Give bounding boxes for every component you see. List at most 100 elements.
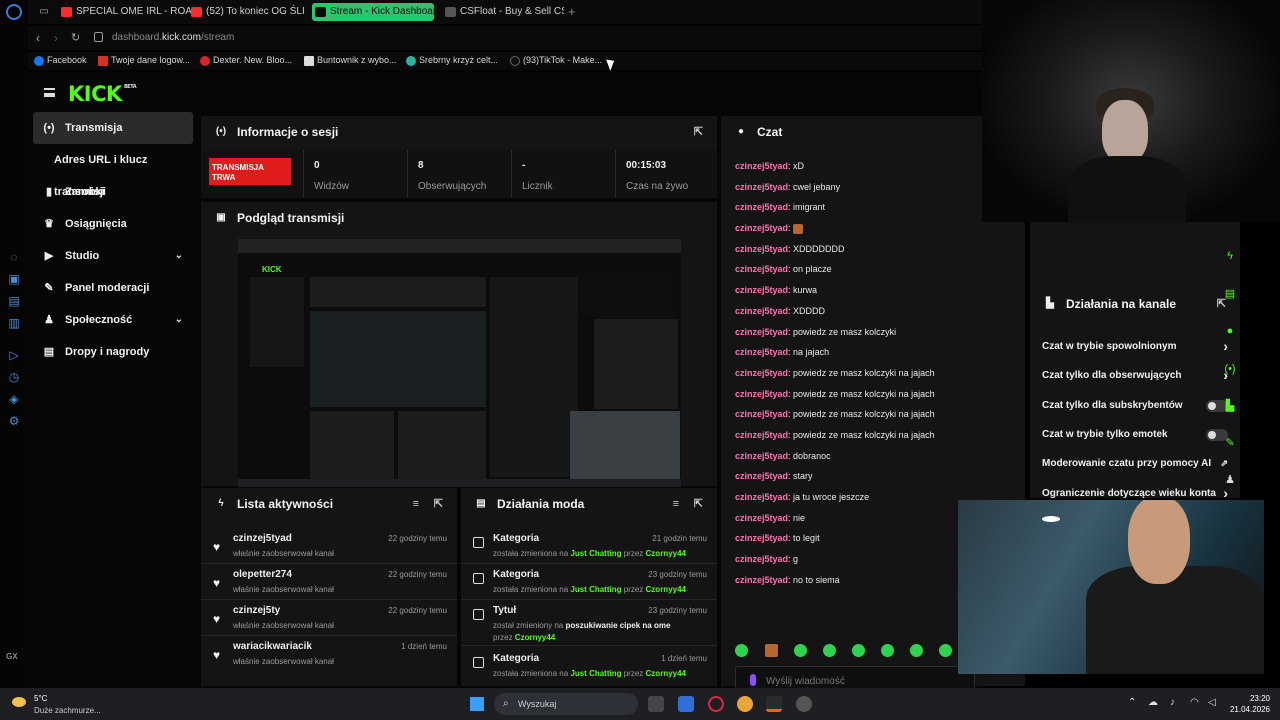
broadcast-icon[interactable]: (•) bbox=[1216, 357, 1244, 381]
list-item: ♥ wariacikwariacik właśnie zaobserwował ka… bbox=[213, 641, 447, 666]
sidebar-item-dropy[interactable]: ▤ Dropy i nagrody bbox=[33, 336, 193, 368]
windows-start-icon[interactable] bbox=[470, 697, 484, 711]
chevron-up-icon[interactable]: ⌃ bbox=[1128, 697, 1136, 708]
rail-icon-7[interactable]: ◈ bbox=[7, 392, 21, 406]
rail-icon-4[interactable]: ▥ bbox=[7, 316, 21, 330]
url-field[interactable]: dashboard.kick.com/stream bbox=[112, 32, 234, 43]
tab-youtube-1[interactable]: SPECIAL OME IRL - ROAST bbox=[58, 3, 198, 21]
menu-icon[interactable] bbox=[44, 88, 55, 97]
chat-message: czinzej5tyad: imigrant bbox=[735, 202, 826, 213]
chat-icon[interactable]: ● bbox=[1216, 319, 1244, 343]
community-icon: ♟ bbox=[44, 314, 54, 326]
bookmark-srebrny[interactable]: Srebrny krzyż celt... bbox=[406, 55, 498, 66]
chat-username[interactable]: czinzej5tyad bbox=[735, 554, 788, 564]
wrench-icon[interactable]: ✎ bbox=[1216, 431, 1244, 455]
document-icon[interactable]: ▤ bbox=[1216, 282, 1244, 306]
speaker-icon[interactable]: ◁ bbox=[1208, 697, 1216, 708]
new-tab-button[interactable]: + bbox=[568, 3, 576, 21]
popout-icon[interactable]: ⇱ bbox=[694, 488, 703, 520]
chat-username[interactable]: czinzej5tyad bbox=[735, 306, 788, 316]
popout-icon[interactable]: ⇱ bbox=[434, 488, 443, 520]
sidebar-item-panel-moderacji[interactable]: ✎ Panel moderacji bbox=[33, 272, 193, 304]
list-item: ♥ czinzej5tyad właśnie zaobserwował kanał 2… bbox=[201, 528, 457, 564]
csfloat-icon bbox=[445, 7, 456, 17]
followers-only-item[interactable]: Czat tylko dla obserwujących › bbox=[1042, 361, 1228, 390]
filter-icon[interactable]: ≡ bbox=[413, 488, 419, 520]
channel-actions-icon[interactable]: ▙ bbox=[1216, 394, 1244, 418]
chat-username[interactable]: czinzej5tyad bbox=[735, 575, 788, 585]
taskbar-search-input[interactable] bbox=[518, 696, 628, 712]
ai-moderation-item[interactable]: Moderowanie czatu przy pomocy AI ⇗ bbox=[1042, 449, 1228, 478]
lightning-icon[interactable]: ϟ bbox=[1216, 244, 1244, 268]
steam-icon[interactable] bbox=[796, 696, 812, 712]
emote-icon[interactable] bbox=[881, 644, 894, 657]
chat-username[interactable]: czinzej5tyad bbox=[735, 368, 788, 378]
chat-username[interactable]: czinzej5tyad bbox=[735, 244, 788, 254]
chat-username[interactable]: czinzej5tyad bbox=[735, 285, 788, 295]
sidebar-item-transmisja[interactable]: (•) Transmisja bbox=[33, 112, 193, 144]
emote-icon[interactable] bbox=[765, 644, 778, 657]
kick-logo[interactable]: KICK BETA bbox=[68, 82, 137, 106]
sidebar-item-spolecznosc[interactable]: ♟ Społeczność ⌄ bbox=[33, 304, 193, 336]
chrome-icon[interactable] bbox=[737, 696, 753, 712]
rail-icon-5[interactable]: ▷ bbox=[7, 348, 21, 362]
chat-username[interactable]: czinzej5tyad bbox=[735, 327, 788, 337]
slow-mode-item[interactable]: Czat w trybie spowolnionym › bbox=[1042, 332, 1228, 361]
emote-icon[interactable] bbox=[852, 644, 865, 657]
filter-icon[interactable]: ≡ bbox=[673, 488, 679, 520]
app-icon[interactable] bbox=[766, 696, 782, 712]
opera-gx-icon[interactable] bbox=[708, 696, 724, 712]
outlook-icon[interactable] bbox=[678, 696, 694, 712]
bookmark-tiktok[interactable]: (93)TikTok - Make... bbox=[510, 55, 602, 66]
chat-username[interactable]: czinzej5tyad bbox=[735, 471, 788, 481]
back-icon[interactable]: ‹ bbox=[36, 31, 40, 45]
chat-username[interactable]: czinzej5tyad bbox=[735, 389, 788, 399]
wifi-icon[interactable]: ◠ bbox=[1190, 697, 1199, 708]
rail-icon-2[interactable]: ▣ bbox=[7, 272, 21, 286]
emote-icon[interactable] bbox=[939, 644, 952, 657]
sidebar-item-osiagniecia[interactable]: ♛ Osiągnięcia bbox=[33, 208, 193, 240]
chat-username[interactable]: czinzej5tyad bbox=[735, 347, 788, 357]
bookmark-buntownik[interactable]: Buntownik z wybo... bbox=[304, 55, 397, 66]
chat-username[interactable]: czinzej5tyad bbox=[735, 430, 788, 440]
sidebar-item-stream-key[interactable]: Adres URL i klucz transmisji bbox=[33, 144, 193, 198]
popout-icon[interactable]: ⇱ bbox=[694, 116, 703, 148]
emote-icon[interactable] bbox=[794, 644, 807, 657]
settings-icon[interactable]: ⚙ bbox=[7, 414, 21, 428]
network-icon[interactable]: ☁ bbox=[1148, 697, 1158, 708]
bookmark-gmail[interactable]: Twoje dane logow... bbox=[98, 55, 190, 66]
tab-switcher-icon[interactable]: ▭ bbox=[32, 3, 56, 21]
emote-icon[interactable] bbox=[735, 644, 748, 657]
chat-username[interactable]: czinzej5tyad bbox=[735, 202, 788, 212]
tab-youtube-2[interactable]: (52) To koniec OG ŚLI bbox=[188, 3, 306, 21]
chat-username[interactable]: czinzej5tyad bbox=[735, 492, 788, 502]
stream-preview-video[interactable]: KICK bbox=[238, 239, 681, 487]
chat-username[interactable]: czinzej5tyad bbox=[735, 533, 788, 543]
rail-icon-1[interactable]: ◌ bbox=[7, 250, 21, 264]
chat-username[interactable]: czinzej5tyad bbox=[735, 451, 788, 461]
chat-username[interactable]: czinzej5tyad bbox=[735, 223, 788, 233]
community-icon[interactable]: ♟ bbox=[1216, 468, 1244, 492]
emote-icon[interactable] bbox=[823, 644, 836, 657]
bookmark-dexter[interactable]: Dexter. New. Bloo... bbox=[200, 55, 292, 66]
chat-username[interactable]: czinzej5tyad bbox=[735, 264, 788, 274]
opera-logo-icon[interactable] bbox=[6, 4, 22, 20]
rail-icon-3[interactable]: ▤ bbox=[7, 294, 21, 308]
reload-icon[interactable]: ↻ bbox=[71, 31, 80, 44]
task-view-icon[interactable] bbox=[648, 696, 664, 712]
tab-kick-dashboard[interactable]: Stream - Kick Dashboard bbox=[312, 3, 434, 21]
chat-username[interactable]: czinzej5tyad bbox=[735, 182, 788, 192]
sidebar-item-studio[interactable]: ▶ Studio ⌄ bbox=[33, 240, 193, 272]
sidebar-item-zarobki[interactable]: ▮ Zarobki bbox=[33, 176, 193, 208]
microphone-icon[interactable] bbox=[750, 674, 756, 686]
tab-csfloat[interactable]: CSFloat - Buy & Sell CS2 S bbox=[442, 3, 564, 21]
system-clock[interactable]: 23:20 21.04.2026 bbox=[1230, 693, 1270, 715]
emote-icon[interactable] bbox=[910, 644, 923, 657]
bookmark-facebook[interactable]: Facebook bbox=[34, 55, 87, 66]
history-icon[interactable]: ◷ bbox=[7, 370, 21, 384]
chat-username[interactable]: czinzej5tyad bbox=[735, 513, 788, 523]
forward-icon[interactable]: › bbox=[54, 31, 58, 45]
chat-username[interactable]: czinzej5tyad bbox=[735, 409, 788, 419]
microphone-icon[interactable]: ♪ bbox=[1170, 697, 1175, 708]
chat-username[interactable]: czinzej5tyad bbox=[735, 161, 788, 171]
